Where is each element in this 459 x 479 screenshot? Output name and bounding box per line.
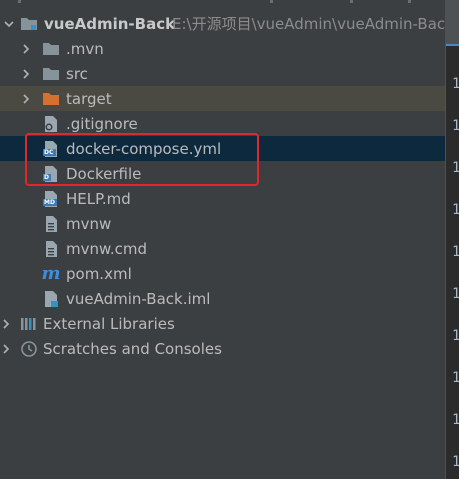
chevron-right-icon[interactable] [0, 318, 12, 330]
file-label: mvnw.cmd [66, 239, 148, 258]
line-number: 1 [452, 328, 459, 344]
tree-row-file[interactable]: D Dockerfile [0, 161, 445, 186]
tree-row-file[interactable]: vueAdmin-Back.iml [0, 286, 445, 311]
file-label: pom.xml [66, 264, 132, 283]
tree-row-folder[interactable]: .mvn [0, 36, 445, 61]
line-number: 1 [452, 160, 459, 176]
chevron-right-icon[interactable] [20, 43, 32, 55]
chevron-right-icon[interactable] [20, 68, 32, 80]
docker-compose-badge: DC [44, 148, 54, 156]
folder-label: target [66, 89, 112, 108]
dockerfile-badge: D [44, 173, 49, 181]
file-label: mvnw [66, 214, 112, 233]
tree-row-file[interactable]: MD HELP.md [0, 186, 445, 211]
tree-row-folder-excluded[interactable]: target [0, 86, 445, 111]
line-number: 1 [452, 454, 459, 470]
editor-gutter: 1 1 1 1 1 1 1 1 1 1 [445, 0, 459, 479]
maven-badge: m [41, 262, 61, 284]
chevron-right-icon[interactable] [20, 93, 32, 105]
line-number: 1 [452, 118, 459, 134]
file-label: docker-compose.yml [66, 139, 222, 158]
tree-row-scratches[interactable]: Scratches and Consoles [0, 336, 445, 361]
scratches-icon [20, 340, 38, 358]
module-file-icon [42, 290, 60, 308]
tree-row-file[interactable]: mvnw.cmd [0, 236, 445, 261]
tree-row-file[interactable]: .gitignore [0, 111, 445, 136]
toolbar-mark [270, 0, 273, 3]
text-file-icon [42, 240, 60, 258]
external-libraries-label: External Libraries [43, 314, 175, 333]
markdown-file-icon: MD [42, 190, 60, 208]
excluded-folder-icon [42, 90, 60, 108]
line-number: 1 [452, 370, 459, 386]
tree-row-file[interactable]: m pom.xml [0, 261, 445, 286]
line-number: 1 [452, 244, 459, 260]
editor-tab[interactable] [446, 0, 459, 46]
tree-row-file[interactable]: mvnw [0, 211, 445, 236]
file-label: Dockerfile [66, 164, 142, 183]
tree-row-external-libraries[interactable]: External Libraries [0, 311, 445, 336]
markdown-badge: MD [44, 198, 55, 206]
line-number: 1 [452, 76, 459, 92]
file-label: HELP.md [66, 189, 131, 208]
scratches-label: Scratches and Consoles [43, 339, 222, 358]
file-label: .gitignore [66, 114, 138, 133]
line-number: 1 [452, 286, 459, 302]
line-number: 1 [452, 412, 459, 428]
text-file-icon [42, 215, 60, 233]
docker-compose-file-icon: DC [42, 140, 60, 158]
folder-label: .mvn [66, 39, 104, 58]
project-tree: vueAdmin-Back E:\开源项目\vueAdmin\vueAdmin-… [0, 0, 445, 479]
folder-label: src [66, 64, 88, 83]
file-label: vueAdmin-Back.iml [66, 289, 211, 308]
tree-row-file-selected[interactable]: DC docker-compose.yml [0, 136, 445, 161]
top-toolbar-strip [0, 0, 445, 5]
folder-icon [42, 40, 60, 58]
folder-icon [42, 65, 60, 83]
tree-row-root[interactable]: vueAdmin-Back E:\开源项目\vueAdmin\vueAdmin-… [0, 11, 445, 36]
project-name: vueAdmin-Back [44, 14, 176, 33]
line-number: 1 [452, 202, 459, 218]
toolbar-mark [350, 0, 353, 3]
maven-file-icon: m [41, 262, 61, 284]
ignore-file-icon [42, 115, 60, 133]
toolbar-mark [18, 0, 21, 3]
libraries-icon [20, 315, 38, 333]
chevron-right-icon[interactable] [0, 343, 12, 355]
module-folder-icon [20, 15, 38, 33]
tree-row-folder[interactable]: src [0, 61, 445, 86]
chevron-down-icon[interactable] [3, 18, 15, 30]
dockerfile-icon: D [42, 165, 60, 183]
toolbar-mark [408, 0, 411, 3]
project-path: E:\开源项目\vueAdmin\vueAdmin-Back [172, 15, 445, 33]
